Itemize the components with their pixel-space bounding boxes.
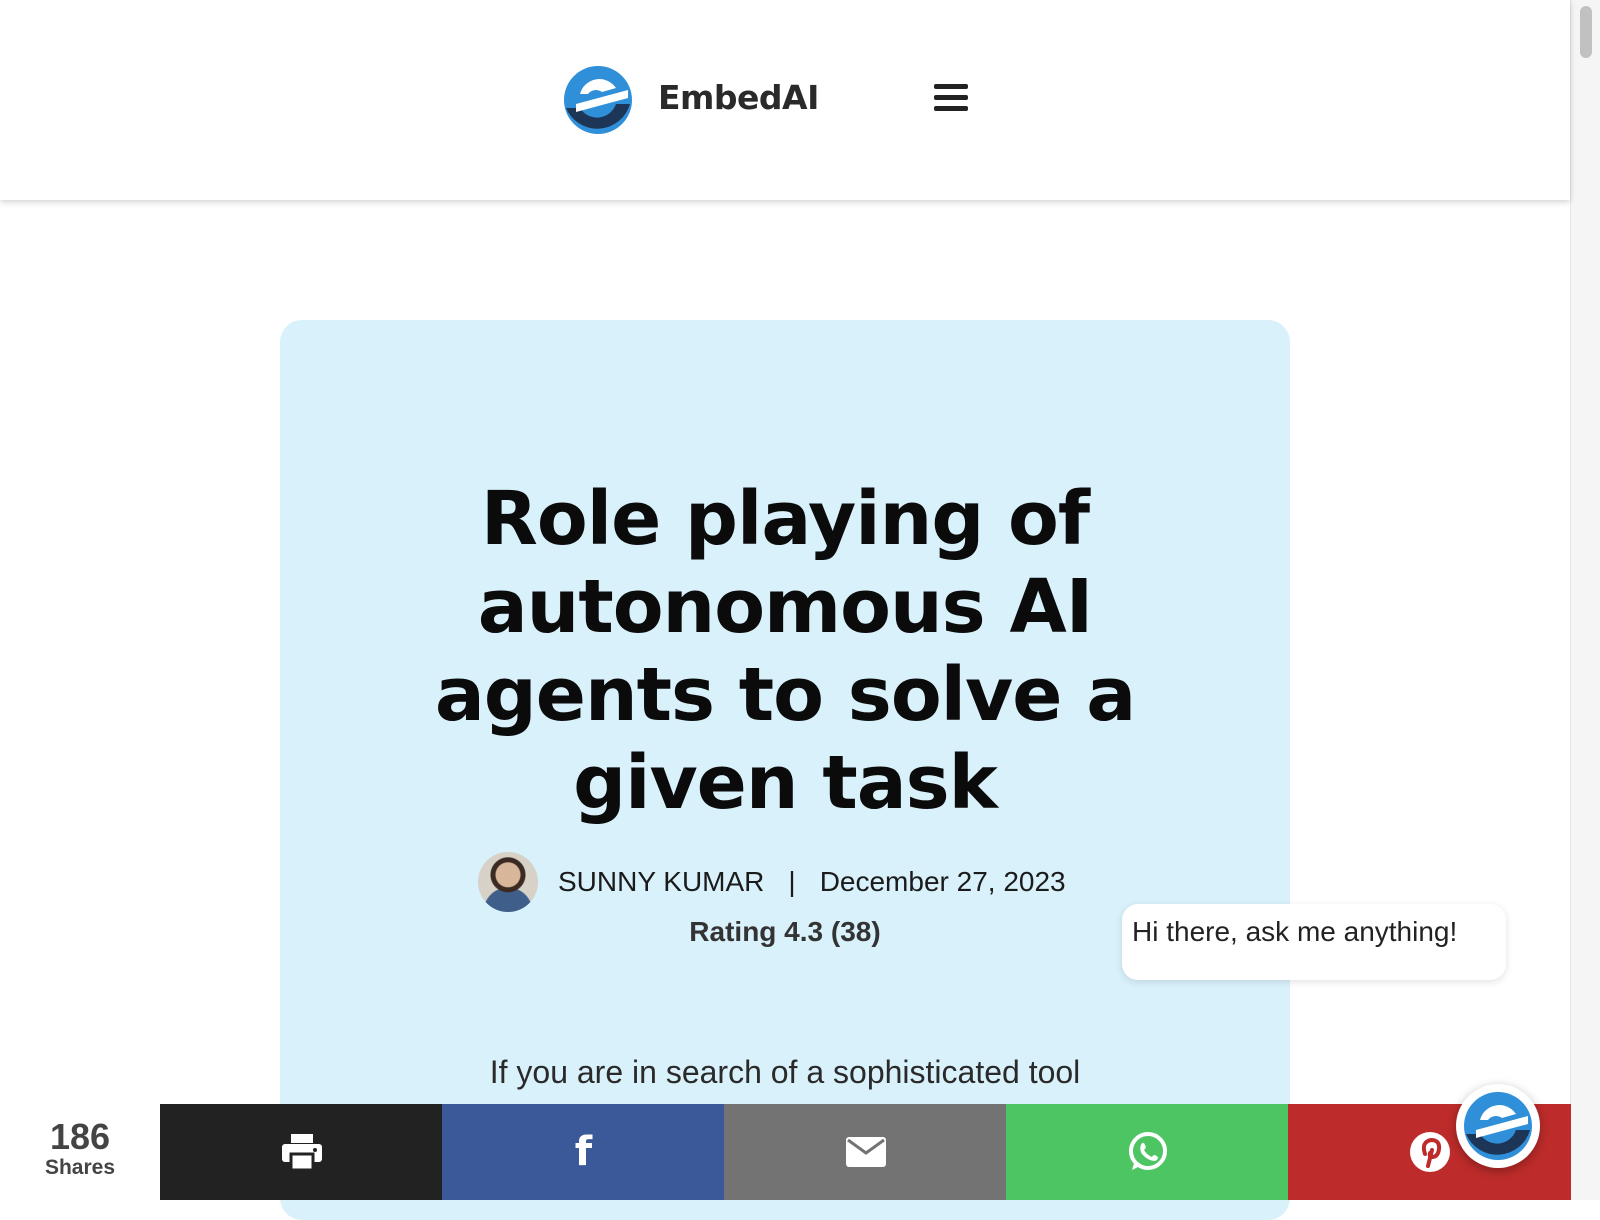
facebook-icon: f: [574, 1129, 593, 1175]
scrollbar[interactable]: [1570, 0, 1600, 1200]
site-header: EmbedAI: [0, 0, 1570, 200]
brand-name[interactable]: EmbedAI: [658, 78, 819, 117]
article-title: Role playing of autonomous AI agents to …: [434, 476, 1136, 826]
publish-date: December 27, 2023: [819, 866, 1066, 897]
pinterest-icon: [1409, 1132, 1450, 1172]
email-share-button[interactable]: [724, 1104, 1007, 1200]
print-icon: [281, 1134, 322, 1172]
email-icon: [845, 1137, 886, 1167]
share-counter: 186 Shares: [0, 1104, 160, 1200]
print-button[interactable]: [160, 1104, 443, 1200]
embedai-logo-icon[interactable]: [562, 64, 634, 136]
article-meta: SUNNY KUMAR | December 27, 2023: [478, 852, 1066, 912]
share-count: 186: [49, 1116, 111, 1157]
author-name[interactable]: SUNNY KUMAR: [558, 866, 764, 898]
chat-launcher-button[interactable]: [1456, 1084, 1540, 1168]
hamburger-menu-icon[interactable]: [934, 84, 968, 114]
facebook-share-button[interactable]: f: [442, 1104, 725, 1200]
meta-separator: |: [788, 866, 796, 897]
article-intro: If you are in search of a sophisticated …: [489, 1054, 1081, 1090]
whatsapp-share-button[interactable]: [1006, 1104, 1289, 1200]
scrollbar-thumb[interactable]: [1580, 6, 1592, 58]
chat-greeting-bubble[interactable]: Hi there, ask me anything!: [1122, 904, 1506, 980]
whatsapp-icon: [1128, 1132, 1167, 1170]
share-label: Shares: [44, 1156, 116, 1179]
author-avatar[interactable]: [478, 852, 538, 912]
embedai-chat-icon: [1464, 1092, 1532, 1160]
